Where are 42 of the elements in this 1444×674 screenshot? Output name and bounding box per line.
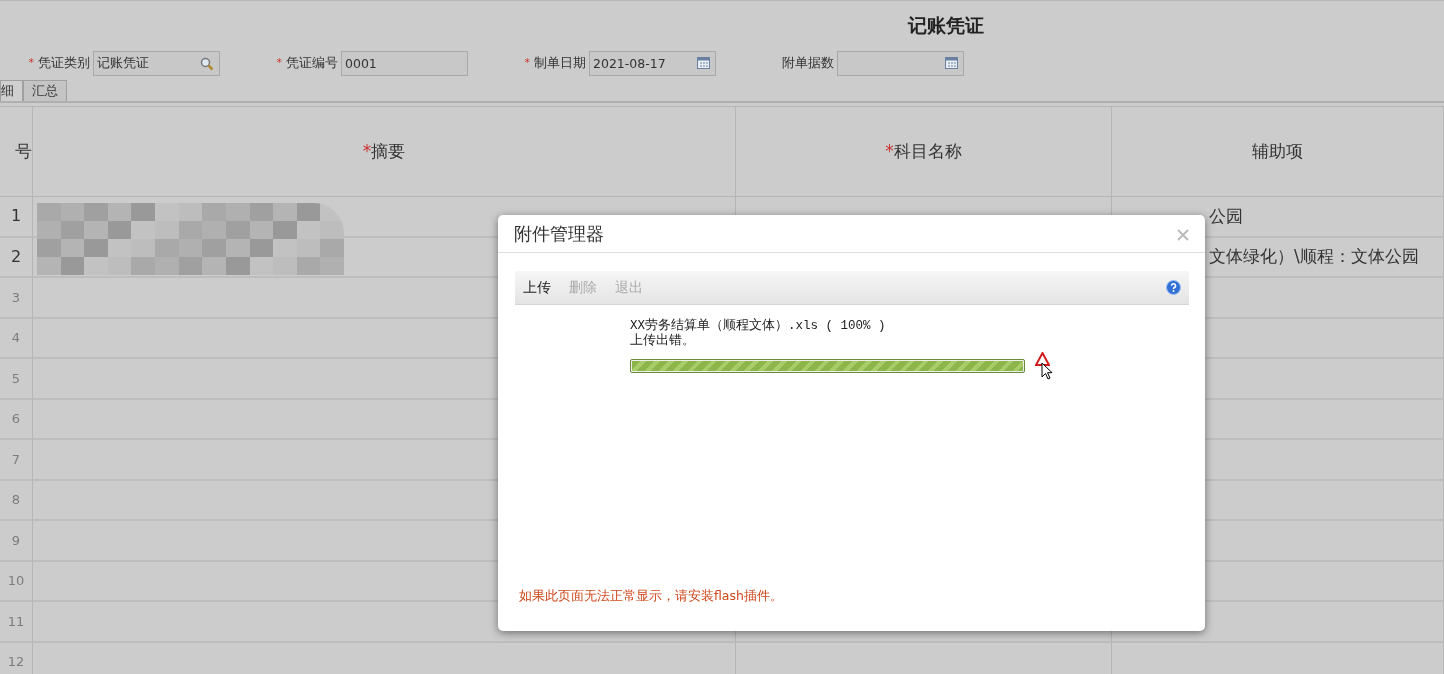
- header-label: 摘要: [371, 139, 406, 163]
- flash-notice: 如果此页面无法正常显示，请安装flash插件。: [519, 587, 783, 605]
- header-label: 号: [15, 139, 32, 163]
- input-field[interactable]: 2021-08-17: [589, 50, 716, 76]
- row-number: 12: [0, 642, 33, 674]
- search-icon[interactable]: [200, 56, 214, 71]
- help-icon[interactable]: [1166, 280, 1181, 295]
- row-number: 4: [0, 318, 33, 359]
- tab[interactable]: 细: [0, 80, 23, 101]
- row-number: 6: [0, 399, 33, 440]
- dialog-title: 附件管理器: [514, 222, 604, 246]
- field-label: 制单日期: [534, 53, 586, 72]
- required-mark: *: [362, 139, 372, 163]
- row-number: 9: [0, 521, 33, 562]
- row-number: 11: [0, 602, 33, 643]
- row-number: 5: [0, 359, 33, 400]
- calendar-icon[interactable]: [945, 56, 958, 69]
- input-field[interactable]: [837, 50, 964, 76]
- cursor-icon: [1041, 362, 1053, 380]
- required-mark: *: [524, 54, 530, 71]
- row-number: 10: [0, 561, 33, 602]
- required-mark: *: [885, 139, 894, 163]
- header-label: 辅助项: [1252, 139, 1303, 163]
- calendar-icon[interactable]: [697, 56, 710, 69]
- required-mark: *: [28, 54, 34, 71]
- input-field[interactable]: 0001: [341, 50, 468, 76]
- row-number: 2: [0, 237, 33, 278]
- toolbar-button[interactable]: 上传: [523, 277, 551, 298]
- file-name: XX劳务结算单（顺程文体）.xls ( 100% ): [630, 319, 887, 333]
- row-number: 1: [0, 197, 33, 238]
- required-mark: *: [276, 54, 282, 71]
- field-label: 凭证编号: [286, 53, 338, 72]
- header-label: 科目名称: [893, 139, 962, 163]
- input-field[interactable]: 记账凭证: [93, 50, 220, 76]
- tab[interactable]: 汇总: [23, 80, 67, 101]
- upload-status: 上传出错。: [630, 334, 696, 349]
- row-number: 3: [0, 278, 33, 319]
- row-number: 8: [0, 480, 33, 521]
- field-label: 凭证类别: [38, 53, 90, 72]
- page-title: 记账凭证: [908, 14, 984, 36]
- field-label: 附单据数: [782, 53, 834, 72]
- row-number: 7: [0, 440, 33, 481]
